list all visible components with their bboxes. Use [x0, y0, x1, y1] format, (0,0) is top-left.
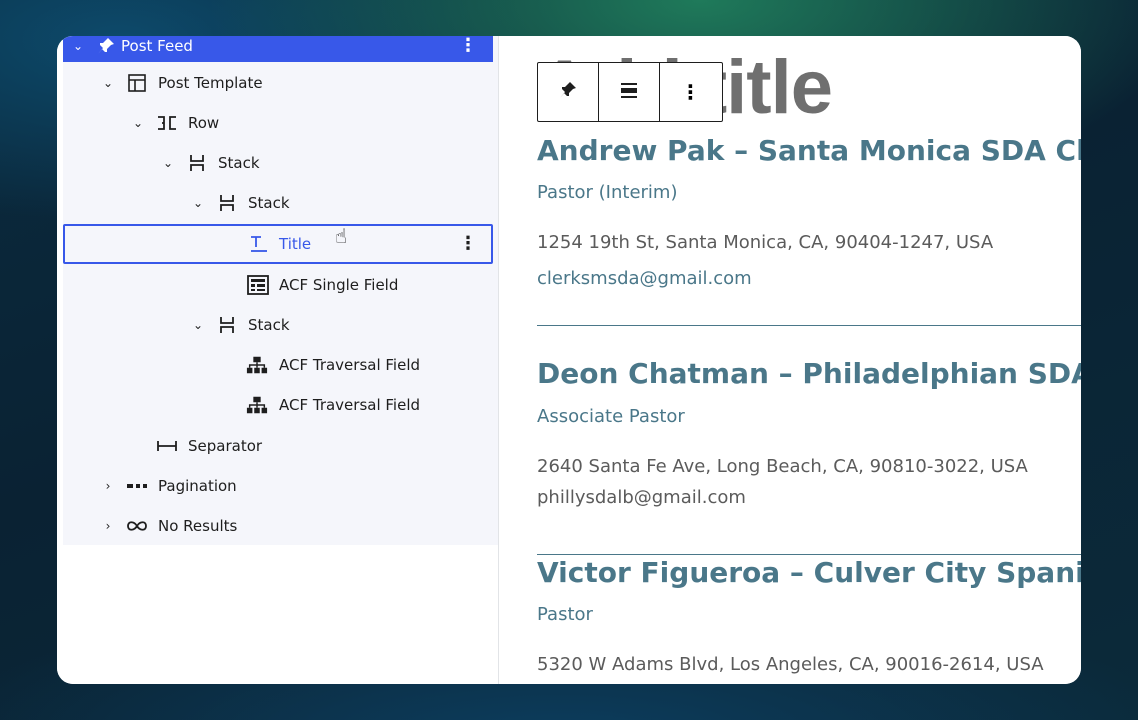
options-icon[interactable]: ⋮: [459, 37, 477, 55]
entry-title[interactable]: Deon Chatman – Philadelphian SDA C: [537, 357, 1081, 390]
entry-address: 1254 19th St, Santa Monica, CA, 90404-12…: [537, 232, 994, 253]
list-item-pagination[interactable]: › Pagination: [63, 466, 493, 506]
list-item-label: Stack: [218, 154, 260, 172]
hierarchy-icon: [246, 395, 268, 415]
list-item-separator[interactable]: Separator: [63, 426, 493, 466]
editor-canvas: Add title ⋮ Andrew Pak – Santa Monica SD…: [499, 36, 1081, 684]
chevron-down-icon[interactable]: ⌄: [191, 318, 205, 332]
list-item-post-feed[interactable]: ⌄ Post Feed ⋮: [63, 36, 493, 62]
chevron-down-icon[interactable]: ⌄: [191, 196, 205, 210]
template-icon: [126, 73, 148, 93]
list-item-label: ACF Single Field: [279, 276, 399, 294]
list-item-label: ACF Traversal Field: [279, 356, 421, 374]
entry-role: Associate Pastor: [537, 406, 685, 427]
list-item-stack[interactable]: ⌄ Stack: [63, 143, 493, 183]
list-item-post-template[interactable]: ⌄ Post Template: [63, 63, 493, 103]
loop-icon: [126, 516, 148, 536]
align-icon: [619, 80, 639, 104]
entry-email[interactable]: phillysdalb@gmail.com: [537, 487, 746, 508]
options-icon[interactable]: ⋮: [459, 235, 477, 253]
list-item-title[interactable]: Title ☝ ⋮: [63, 224, 493, 264]
list-item-label: Post Template: [158, 74, 263, 92]
entry-role: Pastor (Interim): [537, 182, 678, 203]
list-item-label: Pagination: [158, 477, 237, 495]
separator-line: [537, 554, 1081, 555]
block-toolbar: ⋮: [537, 62, 723, 122]
list-item-label: No Results: [158, 517, 238, 535]
stack-icon: [216, 315, 238, 335]
chevron-down-icon[interactable]: ⌄: [101, 76, 115, 90]
chevron-down-icon[interactable]: ⌄: [161, 156, 175, 170]
chevron-down-icon[interactable]: ⌄: [131, 116, 145, 130]
list-item-label: Title: [279, 235, 312, 253]
chevron-down-icon[interactable]: ⌄: [71, 39, 85, 53]
acf-field-icon: [247, 275, 269, 295]
list-item-label: ACF Traversal Field: [279, 396, 421, 414]
align-button[interactable]: [599, 63, 660, 121]
entry-address: 5320 W Adams Blvd, Los Angeles, CA, 9001…: [537, 654, 1044, 675]
entry-title[interactable]: Victor Figueroa – Culver City Spanish: [537, 556, 1081, 589]
more-options-button[interactable]: ⋮: [660, 63, 721, 121]
more-vertical-icon: ⋮: [680, 80, 701, 104]
separator-line: [537, 325, 1081, 326]
list-item-no-results[interactable]: › No Results: [63, 506, 493, 546]
list-item-row[interactable]: ⌄ Row: [63, 103, 493, 143]
list-item-acf-traversal-field[interactable]: ACF Traversal Field: [63, 385, 493, 425]
chevron-right-icon[interactable]: ›: [101, 519, 115, 533]
stack-icon: [186, 153, 208, 173]
separator-icon: [156, 436, 178, 456]
title-icon: [247, 234, 269, 254]
pin-icon: [95, 36, 117, 56]
entry-email[interactable]: clerksmsda@gmail.com: [537, 268, 752, 289]
entry-address: 2640 Santa Fe Ave, Long Beach, CA, 90810…: [537, 456, 1028, 477]
list-view-panel: ⌄ Post Feed ⋮ ⌄ Post Template ⌄ Row ⌄ St…: [57, 36, 499, 684]
list-item-stack[interactable]: ⌄ Stack: [63, 305, 493, 345]
list-item-label: Post Feed: [121, 37, 193, 55]
list-item-label: Stack: [248, 194, 290, 212]
list-item-label: Separator: [188, 437, 263, 455]
list-item-label: Stack: [248, 316, 290, 334]
list-item-acf-single-field[interactable]: ACF Single Field: [63, 265, 493, 305]
entry-title[interactable]: Andrew Pak – Santa Monica SDA Chu: [537, 134, 1081, 167]
chevron-right-icon[interactable]: ›: [101, 479, 115, 493]
list-item-acf-traversal-field[interactable]: ACF Traversal Field: [63, 345, 493, 385]
pin-button[interactable]: [538, 63, 599, 121]
hierarchy-icon: [246, 355, 268, 375]
editor-window: ⌄ Post Feed ⋮ ⌄ Post Template ⌄ Row ⌄ St…: [57, 36, 1081, 684]
pagination-icon: [126, 476, 148, 496]
entry-role: Pastor: [537, 604, 593, 625]
row-icon: [156, 113, 178, 133]
hand-cursor-icon: ☝: [335, 224, 348, 248]
pin-icon: [558, 80, 578, 104]
list-item-label: Row: [188, 114, 220, 132]
stack-icon: [216, 193, 238, 213]
list-item-stack[interactable]: ⌄ Stack: [63, 183, 493, 223]
